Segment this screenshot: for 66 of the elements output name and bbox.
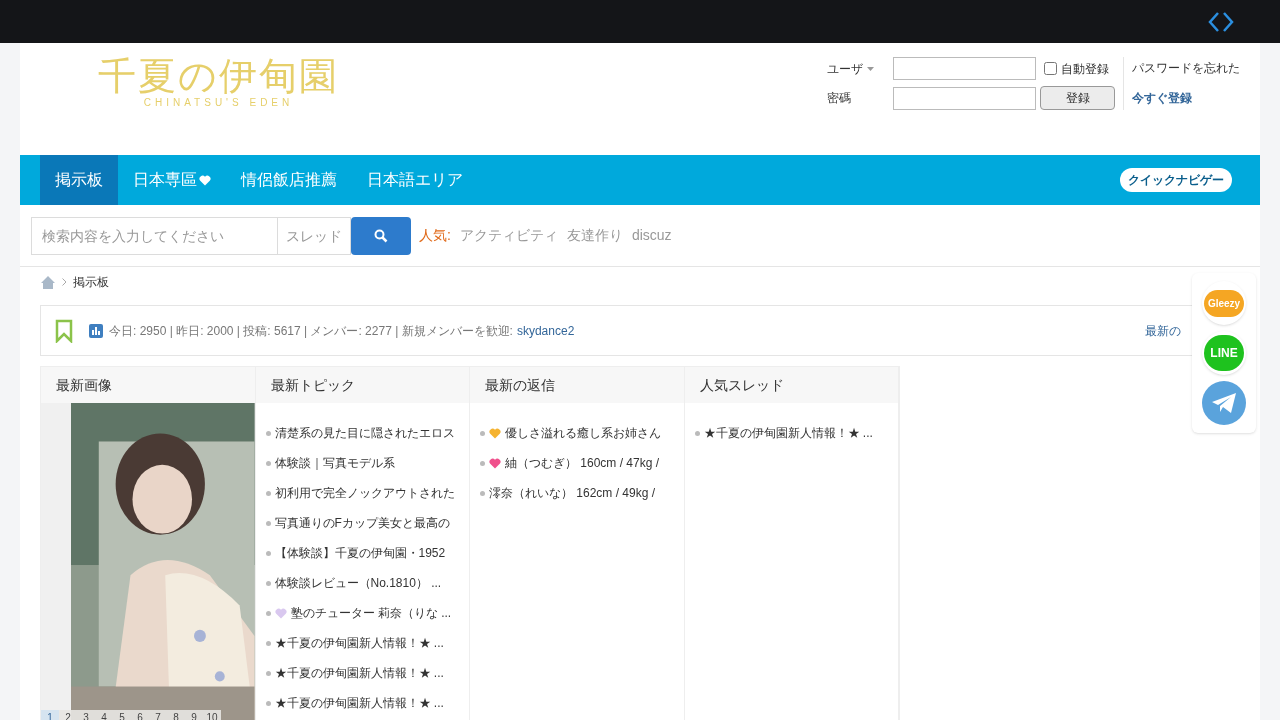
remember-label: 自動登録 [1061,60,1109,78]
quick-nav-button[interactable]: クイックナビゲー [1120,168,1232,192]
bullet-icon [265,550,271,556]
topic-link[interactable]: ★千夏の伊甸園新人情報！★ ... [274,664,444,682]
caret-icon [867,66,874,71]
logo-title: 千夏の伊甸園 [98,57,339,95]
column-heading: 人気スレッド [699,375,784,395]
register-link[interactable]: 今すぐ登録 [1132,89,1240,107]
remember-checkbox[interactable] [1044,62,1057,75]
bar-chart-icon [89,323,103,338]
bullet-icon [265,700,271,706]
forgot-password-link[interactable]: パスワードを忘れた [1132,59,1240,77]
topic-link[interactable]: ★千夏の伊甸園新人情報！★ ... [703,424,873,442]
bullet-icon [694,430,700,436]
bullet-icon [265,490,271,496]
home-icon[interactable] [40,274,56,290]
code-icon[interactable] [1208,10,1234,33]
username-field[interactable] [893,57,1036,80]
logo-subtitle: CHINATSU'S EDEN [143,96,294,110]
bullet-icon [265,520,271,526]
member-link[interactable]: skydance2 [516,321,575,340]
topic-link[interactable]: ★千夏の伊甸園新人情報！★ ... [274,694,444,712]
topic-link[interactable]: 【体験談】千夏の伊甸園・1952 [274,544,446,562]
hot-label: 人気: [419,226,451,245]
paper-plane-icon [1211,392,1237,414]
column-heading: 最新の返信 [485,375,555,395]
heart-icon [274,607,287,619]
search-icon [374,228,388,243]
topic-link[interactable]: 写真通りのFカップ美女と最高の [274,514,450,532]
password-label: 密碼 [827,90,852,107]
nav-tab[interactable]: 掲示板 [40,155,118,205]
bullet-icon [480,490,485,496]
bullet-icon [265,640,271,646]
password-field[interactable] [893,86,1036,110]
topic-link[interactable]: 塾のチューター 莉奈（りな ... [290,604,452,622]
login-button[interactable]: 登録 [1040,86,1115,110]
bullet-icon [265,580,271,586]
bookmark-icon [55,318,73,343]
latest-link[interactable]: 最新の [1145,321,1181,340]
bullet-icon [265,430,271,436]
speech-bubble-icon: Gleezy [1203,289,1245,317]
topic-link[interactable]: ★千夏の伊甸園新人情報！★ ... [274,634,444,652]
bullet-icon [265,670,271,676]
bullet-icon [480,430,485,436]
topic-link[interactable]: 体験談｜写真モデル系 [274,454,395,472]
topic-link[interactable]: 優しさ溢れる癒し系お姉さん [505,424,661,442]
stats-text: 今日: 2950 | 昨日: 2000 | 投稿: 5617 | メンバー: 2277 | 新規メンバーを歓迎: [109,322,513,340]
topic-link[interactable]: 清楚系の見た目に隠されたエロス [274,424,455,442]
topic-link[interactable]: 紬（つむぎ） 160cm / 47kg / [505,454,660,472]
bullet-icon [480,460,485,466]
search-field[interactable]: 検索内容を入力してください [31,216,277,255]
heart-icon [199,174,211,186]
column-heading: 最新画像 [56,375,112,395]
chevron-icon [62,278,67,286]
heart-icon [489,427,501,439]
bullet-icon [265,610,271,616]
column-heading: 最新トピック [270,375,355,395]
topic-link[interactable]: 体験談レビュー（No.1810） ... [274,574,442,592]
heart-icon [489,457,501,469]
topic-link[interactable]: 澪奈（れいな） 162cm / 49kg / [489,484,656,502]
breadcrumb-link[interactable]: 掲示板 [73,273,109,291]
topic-link[interactable]: 初利用で完全ノックアウトされた [274,484,455,502]
bullet-icon [265,460,271,466]
user-label[interactable]: ユーザ [827,59,863,78]
chat-app-button[interactable] [1202,381,1246,425]
search-button[interactable] [351,216,411,255]
